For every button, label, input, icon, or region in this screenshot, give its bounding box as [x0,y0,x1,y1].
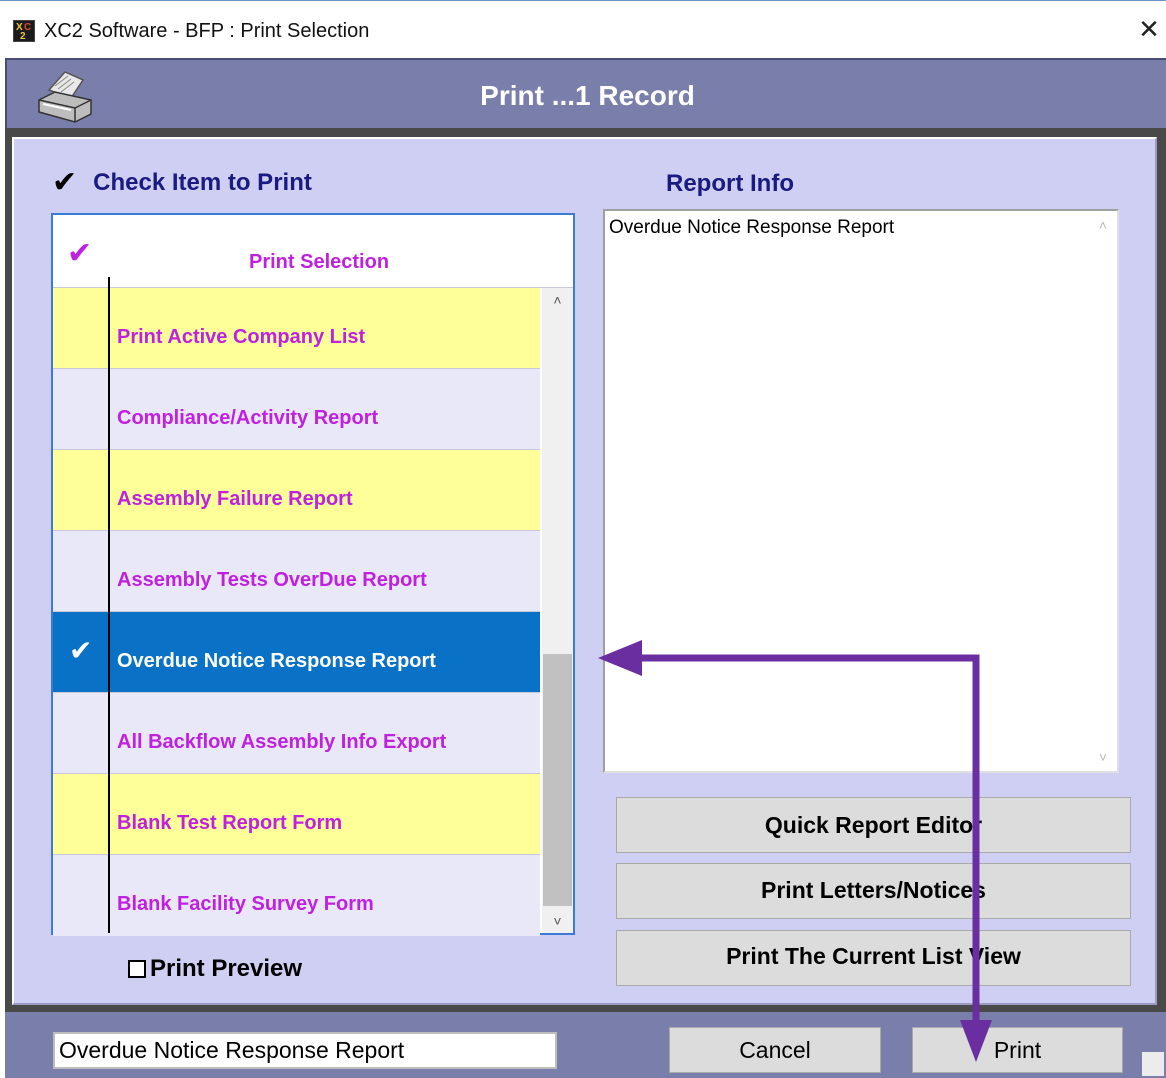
print-current-list-view-label: Print The Current List View [726,943,1021,969]
close-icon[interactable]: ✕ [1136,15,1162,43]
scrollbar-thumb[interactable] [543,654,572,906]
column-divider [108,277,110,933]
print-letters-notices-label: Print Letters/Notices [761,877,986,903]
checkmark-icon[interactable]: ✔ [69,636,92,666]
scroll-up-icon[interactable]: ˄ [542,288,573,312]
window-title: XC2 Software - BFP : Print Selection [44,20,370,42]
checkmark-icon: ✔ [52,165,78,200]
list-item-label: Blank Test Report Form [117,812,343,834]
list-item[interactable]: Blank Test Report Form [53,774,540,855]
print-preview-label: Print Preview [150,955,303,982]
list-item-label: Assembly Tests OverDue Report [117,569,427,591]
check-items-label: Check Item to Print [93,169,312,196]
list-item-label: Print Active Company List [117,326,366,348]
list-item[interactable]: Print Active Company List [53,288,540,369]
checkmark-column-icon: ✔ [67,236,93,271]
app-logo-icon: XC2 [13,20,35,42]
list-rows: Print Active Company List Compliance/Act… [53,288,540,936]
quick-report-editor-button[interactable]: Quick Report Editor [616,797,1131,853]
print-preview-checkbox[interactable]: Print Preview [128,955,302,983]
resize-grip[interactable] [1142,1052,1164,1076]
list-item-selected[interactable]: ✔ Overdue Notice Response Report [53,612,540,693]
cancel-button[interactable]: Cancel [669,1027,881,1073]
print-current-list-view-button[interactable]: Print The Current List View [616,930,1131,986]
list-header: ✔ Print Selection [53,215,573,288]
print-letters-notices-button[interactable]: Print Letters/Notices [616,863,1131,919]
selected-report-field[interactable]: Overdue Notice Response Report [53,1032,557,1069]
print-button[interactable]: Print [912,1027,1123,1073]
list-item[interactable]: Assembly Failure Report [53,450,540,531]
list-scrollbar[interactable]: ˄ ˅ [542,288,573,933]
check-items-heading: ✔ Check Item to Print [52,168,312,198]
checkbox-box[interactable] [128,960,146,978]
list-item-label: Overdue Notice Response Report [117,650,436,672]
quick-report-editor-label: Quick Report Editor [764,812,983,838]
page-title: Print ...1 Record [480,80,695,111]
scroll-up-icon[interactable]: ˄ [1089,217,1117,233]
header-band: Print ...1 Record [5,58,1166,128]
scroll-down-icon[interactable]: ˅ [542,909,573,933]
report-info-textarea[interactable]: Overdue Notice Response Report ˄ ˅ [603,209,1119,773]
scroll-down-icon[interactable]: ˅ [1089,749,1117,765]
list-item[interactable]: Assembly Tests OverDue Report [53,531,540,612]
list-item[interactable]: All Backflow Assembly Info Export [53,693,540,774]
report-info-heading: Report Info [666,170,794,197]
report-info-scrollbar[interactable]: ˄ ˅ [1089,211,1117,771]
list-item-label: All Backflow Assembly Info Export [117,731,447,753]
title-bar: XC2 XC2 Software - BFP : Print Selection… [0,0,1166,58]
report-info-text: Overdue Notice Response Report [609,217,895,238]
list-item-label: Blank Facility Survey Form [117,893,374,915]
print-selection-list[interactable]: ✔ Print Selection Print Active Company L… [51,213,575,936]
list-item[interactable]: Compliance/Activity Report [53,369,540,450]
list-item-label: Assembly Failure Report [117,488,353,510]
list-header-label: Print Selection [249,251,390,273]
list-item[interactable]: Blank Facility Survey Form [53,855,540,936]
list-item-label: Compliance/Activity Report [117,407,379,429]
